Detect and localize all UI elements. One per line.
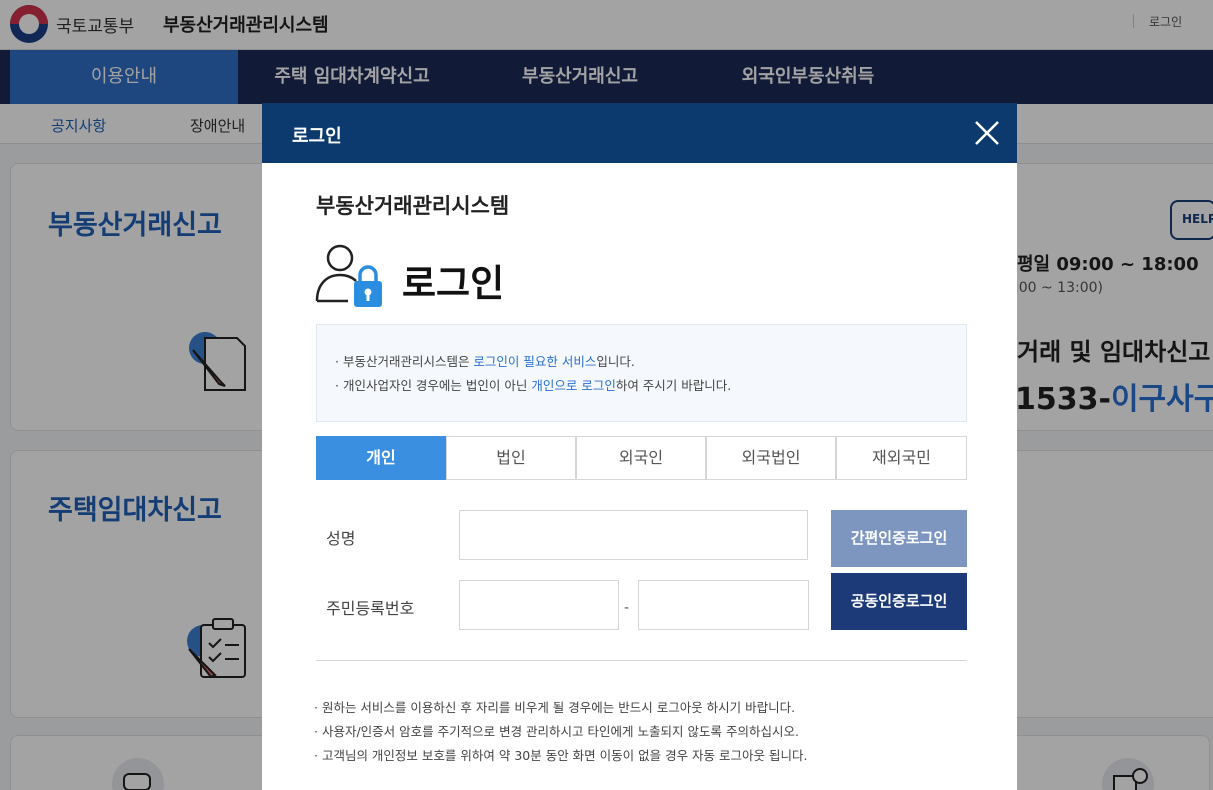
name-input[interactable] [459, 510, 808, 560]
notice-line-1: · 부동산거래관리시스템은 로그인이 필요한 서비스입니다. [335, 354, 635, 369]
rrn-back-input[interactable] [638, 580, 809, 630]
footer-note-1: · 원하는 서비스를 이용하신 후 자리를 비우게 될 경우에는 반드시 로그아… [314, 700, 796, 715]
modal-title: 로그인 [292, 126, 342, 147]
rrn-label: 주민등록번호 [326, 599, 415, 618]
user-type-tabs: 개인 법인 외국인 외국법인 재외국민 [316, 436, 967, 480]
modal-header: 로그인 [262, 103, 1017, 163]
user-lock-icon [315, 244, 382, 307]
footer-note-3: · 고객님의 개인정보 보호를 위하여 약 30분 동안 화면 이동이 없을 경… [314, 748, 808, 763]
tab-corporation[interactable]: 법인 [446, 436, 576, 480]
simple-auth-login-button[interactable]: 간편인증로그인 [831, 510, 967, 567]
name-label: 성명 [326, 529, 356, 548]
tab-individual[interactable]: 개인 [316, 436, 446, 480]
section-divider [316, 660, 967, 661]
login-modal: 로그인 부동산거래관리시스템 로그인 · 부동산거래관리시스템은 로그인이 필요… [262, 103, 1017, 790]
tab-foreign-corporation[interactable]: 외국법인 [706, 436, 836, 480]
system-heading: 부동산거래관리시스템 [316, 194, 510, 218]
close-icon[interactable] [971, 117, 1003, 149]
footer-note-2: · 사용자/인증서 암호를 주기적으로 변경 관리하시고 타인에게 노출되지 않… [314, 724, 799, 739]
joint-certificate-login-button[interactable]: 공동인증로그인 [831, 573, 967, 630]
rrn-front-input[interactable] [459, 580, 619, 630]
notice-line-2: · 개인사업자인 경우에는 법인이 아닌 개인으로 로그인하여 주시기 바랍니다… [335, 378, 732, 393]
notice-box: · 부동산거래관리시스템은 로그인이 필요한 서비스입니다. · 개인사업자인 … [316, 324, 967, 422]
tab-foreigner[interactable]: 외국인 [576, 436, 706, 480]
login-heading: 로그인 [402, 262, 505, 305]
tab-overseas-korean[interactable]: 재외국민 [836, 436, 967, 480]
rrn-separator: - [624, 600, 630, 616]
